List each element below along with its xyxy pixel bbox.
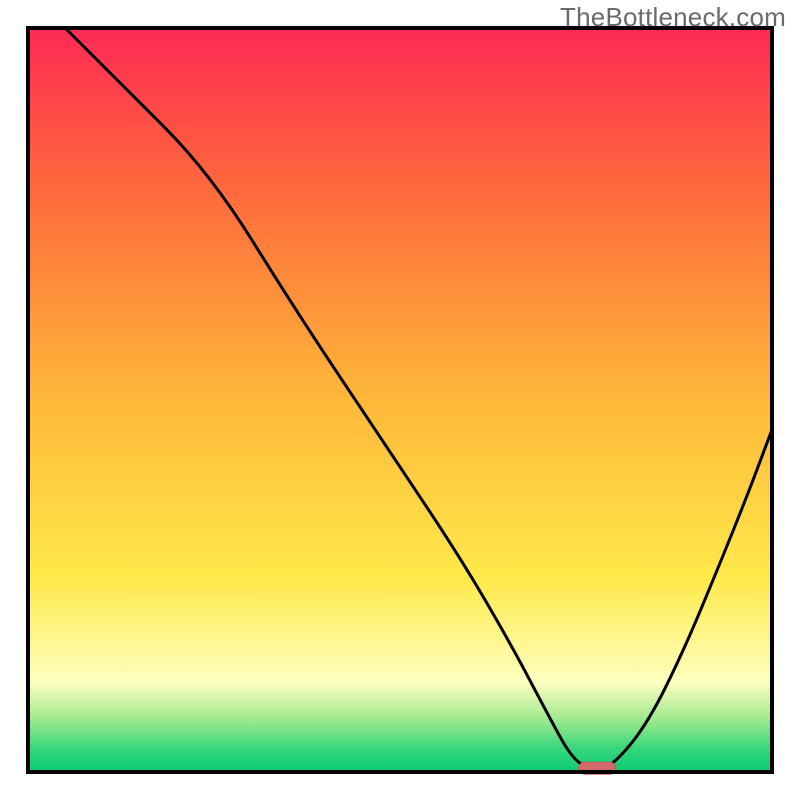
watermark-text: TheBottleneck.com bbox=[560, 2, 786, 33]
bottleneck-chart bbox=[0, 0, 800, 800]
chart-stage: TheBottleneck.com bbox=[0, 0, 800, 800]
gradient-background bbox=[28, 28, 772, 772]
